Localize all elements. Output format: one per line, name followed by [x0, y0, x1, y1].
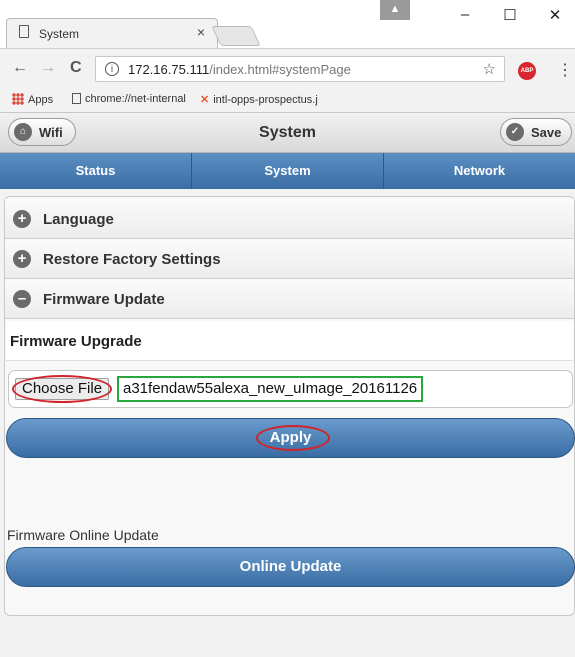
file-input-row: Choose File a31fendaw55alexa_new_uImage_…	[8, 370, 573, 408]
online-update-button-label: Online Update	[239, 558, 342, 575]
bookmark-label: Apps	[28, 94, 54, 106]
section-language[interactable]: + Language	[5, 199, 574, 239]
document-icon	[72, 93, 81, 104]
minimize-button[interactable]: –	[445, 6, 485, 30]
section-label: Firmware Update	[43, 291, 165, 308]
browser-menu-icon[interactable]: ⋮	[557, 60, 573, 80]
tab-network[interactable]: Network	[384, 153, 575, 189]
checkmark-icon: ✓	[506, 123, 524, 141]
maximize-button[interactable]: ☐	[490, 6, 530, 30]
tab-close-icon[interactable]: ×	[197, 24, 205, 40]
bookmark-star-icon[interactable]: ☆	[483, 60, 496, 78]
document-icon	[19, 25, 29, 38]
new-tab-button[interactable]	[211, 26, 261, 46]
wifi-button[interactable]: ⌂ Wifi	[8, 118, 76, 146]
selected-file-name: a31fendaw55alexa_new_uImage_20161126	[117, 376, 424, 402]
tab-title: System	[39, 27, 80, 41]
choose-file-button[interactable]: Choose File	[15, 378, 110, 400]
browser-titlebar: System × ▲ – ☐ ✕	[0, 0, 575, 48]
url-text: 172.16.75.111/index.html#systemPage	[128, 62, 351, 77]
home-icon: ⌂	[14, 123, 32, 141]
adblock-icon[interactable]: ABP	[518, 62, 536, 80]
bookmark-apps[interactable]: Apps	[12, 93, 53, 106]
online-update-button[interactable]: Online Update	[6, 547, 575, 587]
bookmark-net-internals[interactable]: chrome://net-internal	[72, 93, 186, 105]
plus-icon: +	[13, 250, 31, 268]
url-host: 172.16.75.111	[128, 62, 210, 77]
tab-system[interactable]: System	[192, 153, 384, 189]
firmware-upgrade-title: Firmware Upgrade	[6, 321, 573, 361]
page-title: System	[259, 124, 316, 141]
user-profile-icon[interactable]: ▲	[380, 0, 410, 20]
online-update-label: Firmware Online Update	[7, 527, 159, 543]
section-label: Language	[43, 211, 114, 228]
bookmark-label: intl-opps-prospectus.j	[213, 94, 318, 106]
apply-button-label: Apply	[269, 429, 312, 446]
info-icon[interactable]: i	[105, 62, 119, 76]
bookmark-intl-opps[interactable]: ✕ intl-opps-prospectus.j	[200, 93, 318, 106]
browser-tab[interactable]: System ×	[6, 18, 218, 48]
reload-icon[interactable]: C	[70, 59, 82, 77]
tab-status[interactable]: Status	[0, 153, 192, 189]
app-header: System ⌂ Wifi ✓ Save	[0, 113, 575, 153]
save-button-label: Save	[531, 125, 562, 140]
settings-panel: + Language + Restore Factory Settings – …	[4, 196, 575, 616]
x-logo-icon: ✕	[200, 94, 210, 106]
section-firmware-update[interactable]: – Firmware Update	[5, 279, 574, 319]
browser-toolbar: ← → C i 172.16.75.111/index.html#systemP…	[0, 48, 575, 88]
bookmark-label: chrome://net-internal	[85, 93, 186, 105]
save-button[interactable]: ✓ Save	[500, 118, 572, 146]
firmware-upgrade-label: Firmware Upgrade	[10, 333, 142, 350]
section-restore-factory[interactable]: + Restore Factory Settings	[5, 239, 574, 279]
apps-grid-icon	[12, 93, 24, 105]
address-bar[interactable]: i 172.16.75.111/index.html#systemPage ☆	[95, 56, 505, 82]
url-path: /index.html#systemPage	[209, 62, 351, 77]
back-arrow-icon[interactable]: ←	[12, 59, 28, 77]
nav-tabs: Status System Network	[0, 153, 575, 189]
close-window-button[interactable]: ✕	[535, 6, 575, 30]
apply-button[interactable]: Apply	[6, 418, 575, 458]
minus-icon: –	[13, 290, 31, 308]
bookmarks-bar: Apps chrome://net-internal ✕ intl-opps-pr…	[0, 88, 575, 113]
plus-icon: +	[13, 210, 31, 228]
wifi-button-label: Wifi	[39, 125, 63, 140]
section-label: Restore Factory Settings	[43, 251, 221, 268]
forward-arrow-icon[interactable]: →	[40, 59, 56, 77]
